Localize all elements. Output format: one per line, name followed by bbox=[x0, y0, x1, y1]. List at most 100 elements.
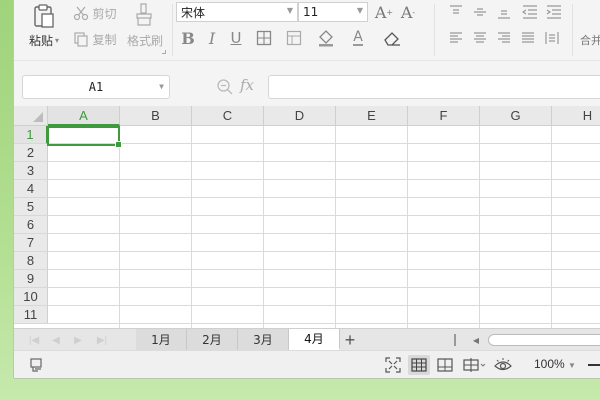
worksheet-grid[interactable]: ABCDEFGH 1 2 3 4 5 6 7 8 9 10 11 bbox=[14, 106, 600, 328]
ribbon-toolbar: 粘贴 ▾ 剪切 复制 格式刷 宋体 ▼ 11 ▼ A + A- B I U A … bbox=[14, 0, 600, 60]
sheet-tab-4[interactable]: 4月 bbox=[289, 329, 340, 350]
gridline-horizontal bbox=[48, 251, 600, 252]
macro-record-icon[interactable] bbox=[26, 355, 48, 375]
paste-dropdown-icon[interactable]: ▾ bbox=[55, 36, 59, 45]
row-header-8[interactable]: 8 bbox=[14, 252, 48, 270]
cut-label: 剪切 bbox=[92, 6, 117, 21]
name-box[interactable]: A1 ▼ bbox=[22, 75, 170, 99]
font-name-select[interactable]: 宋体 ▼ bbox=[176, 2, 298, 22]
copy-button[interactable]: 复制 bbox=[70, 30, 120, 48]
prev-sheet-icon[interactable]: ◀ bbox=[48, 332, 64, 348]
column-header-h[interactable]: H bbox=[552, 106, 600, 126]
add-sheet-button[interactable]: + bbox=[340, 330, 360, 350]
last-sheet-icon[interactable]: ▶| bbox=[94, 332, 110, 348]
paintbrush-icon[interactable] bbox=[132, 2, 156, 28]
align-right-icon[interactable] bbox=[494, 28, 514, 48]
column-header-a[interactable]: A bbox=[48, 106, 120, 126]
copy-icon bbox=[73, 31, 89, 47]
fill-color-icon[interactable] bbox=[316, 28, 336, 48]
gridline-horizontal bbox=[48, 269, 600, 270]
format-painter-label: 格式刷 bbox=[126, 33, 163, 48]
decrease-font-icon[interactable]: A- bbox=[398, 2, 418, 22]
row-header-3[interactable]: 3 bbox=[14, 162, 48, 180]
fx-icon[interactable]: fx bbox=[240, 76, 254, 94]
decrease-indent-icon[interactable] bbox=[520, 2, 540, 22]
merge-label: 合并 bbox=[580, 34, 600, 47]
scrollbar-thumb[interactable] bbox=[488, 334, 600, 346]
increase-indent-icon[interactable] bbox=[544, 2, 564, 22]
row-header-7[interactable]: 7 bbox=[14, 234, 48, 252]
zoom-search-icon[interactable] bbox=[216, 78, 234, 96]
align-center-icon[interactable] bbox=[470, 28, 490, 48]
clipboard-dialog-launcher[interactable] bbox=[162, 50, 166, 54]
formula-input[interactable] bbox=[268, 75, 600, 99]
merge-button[interactable]: 合并 bbox=[580, 32, 600, 48]
eye-protection-icon[interactable] bbox=[492, 355, 514, 375]
scroll-left-icon[interactable]: ◀ bbox=[470, 333, 482, 347]
next-sheet-icon[interactable]: ▶ bbox=[70, 332, 86, 348]
zoom-level[interactable]: 100% ▼ bbox=[534, 357, 576, 371]
chevron-down-icon[interactable]: ▼ bbox=[568, 361, 576, 370]
row-header-5[interactable]: 5 bbox=[14, 198, 48, 216]
horizontal-scrollbar[interactable]: ◀ bbox=[470, 333, 600, 347]
gridline-vertical bbox=[119, 126, 120, 328]
row-header-6[interactable]: 6 bbox=[14, 216, 48, 234]
row-header-10[interactable]: 10 bbox=[14, 288, 48, 306]
borders-icon[interactable] bbox=[254, 28, 274, 48]
justify-icon[interactable] bbox=[518, 28, 538, 48]
row-header-11[interactable]: 11 bbox=[14, 306, 48, 324]
font-name-value: 宋体 bbox=[181, 5, 206, 20]
chevron-down-icon[interactable]: ▼ bbox=[159, 82, 164, 91]
gridline-horizontal bbox=[48, 233, 600, 234]
column-header-f[interactable]: F bbox=[408, 106, 480, 126]
gridline-horizontal bbox=[48, 179, 600, 180]
fullscreen-icon[interactable] bbox=[382, 355, 404, 375]
gridline-horizontal bbox=[48, 161, 600, 162]
normal-view-icon[interactable] bbox=[408, 355, 430, 375]
sheet-tab-2[interactable]: 2月 bbox=[187, 329, 238, 350]
eraser-icon[interactable] bbox=[382, 28, 402, 48]
align-left-icon[interactable] bbox=[446, 28, 466, 48]
align-bottom-icon[interactable] bbox=[494, 2, 514, 22]
paste-icon[interactable] bbox=[30, 2, 58, 30]
cut-button[interactable]: 剪切 bbox=[70, 4, 120, 22]
select-all-corner[interactable] bbox=[14, 106, 48, 126]
formula-bar: A1 ▼ fx bbox=[14, 60, 600, 106]
reading-mode-icon[interactable] bbox=[460, 355, 490, 375]
column-header-g[interactable]: G bbox=[480, 106, 552, 126]
zoom-out-icon[interactable] bbox=[588, 364, 600, 366]
underline-icon[interactable]: U bbox=[226, 28, 246, 48]
row-header-4[interactable]: 4 bbox=[14, 180, 48, 198]
increase-font-icon[interactable]: A + bbox=[374, 2, 394, 22]
row-header-9[interactable]: 9 bbox=[14, 270, 48, 288]
italic-icon[interactable]: I bbox=[202, 28, 222, 48]
page-layout-icon[interactable] bbox=[434, 355, 456, 375]
active-cell-a1[interactable] bbox=[47, 126, 122, 148]
gridline-vertical bbox=[479, 126, 480, 328]
align-top-icon[interactable] bbox=[446, 2, 466, 22]
column-header-b[interactable]: B bbox=[120, 106, 192, 126]
copy-label: 复制 bbox=[92, 32, 117, 47]
font-size-value: 11 bbox=[303, 5, 319, 19]
splitter-handle[interactable] bbox=[454, 334, 456, 346]
sheet-tab-3[interactable]: 3月 bbox=[238, 329, 289, 350]
scissors-icon bbox=[73, 5, 89, 21]
column-header-d[interactable]: D bbox=[264, 106, 336, 126]
row-header-2[interactable]: 2 bbox=[14, 144, 48, 162]
bold-icon[interactable]: B bbox=[178, 28, 198, 48]
gridline-vertical bbox=[551, 126, 552, 328]
distributed-align-icon[interactable] bbox=[542, 28, 562, 48]
gridline-horizontal bbox=[48, 197, 600, 198]
sheet-tab-1[interactable]: 1月 bbox=[136, 329, 187, 350]
font-size-select[interactable]: 11 ▼ bbox=[298, 2, 368, 22]
align-middle-icon[interactable] bbox=[470, 2, 490, 22]
font-color-icon[interactable]: A bbox=[348, 28, 368, 48]
row-header-1[interactable]: 1 bbox=[14, 126, 48, 144]
first-sheet-icon[interactable]: |◀ bbox=[26, 332, 42, 348]
column-header-c[interactable]: C bbox=[192, 106, 264, 126]
paste-button[interactable]: 粘贴 ▾ bbox=[24, 32, 64, 48]
format-painter-button[interactable]: 格式刷 bbox=[122, 32, 168, 48]
cell-style-icon[interactable] bbox=[284, 28, 304, 48]
column-header-e[interactable]: E bbox=[336, 106, 408, 126]
gridline-horizontal bbox=[48, 287, 600, 288]
